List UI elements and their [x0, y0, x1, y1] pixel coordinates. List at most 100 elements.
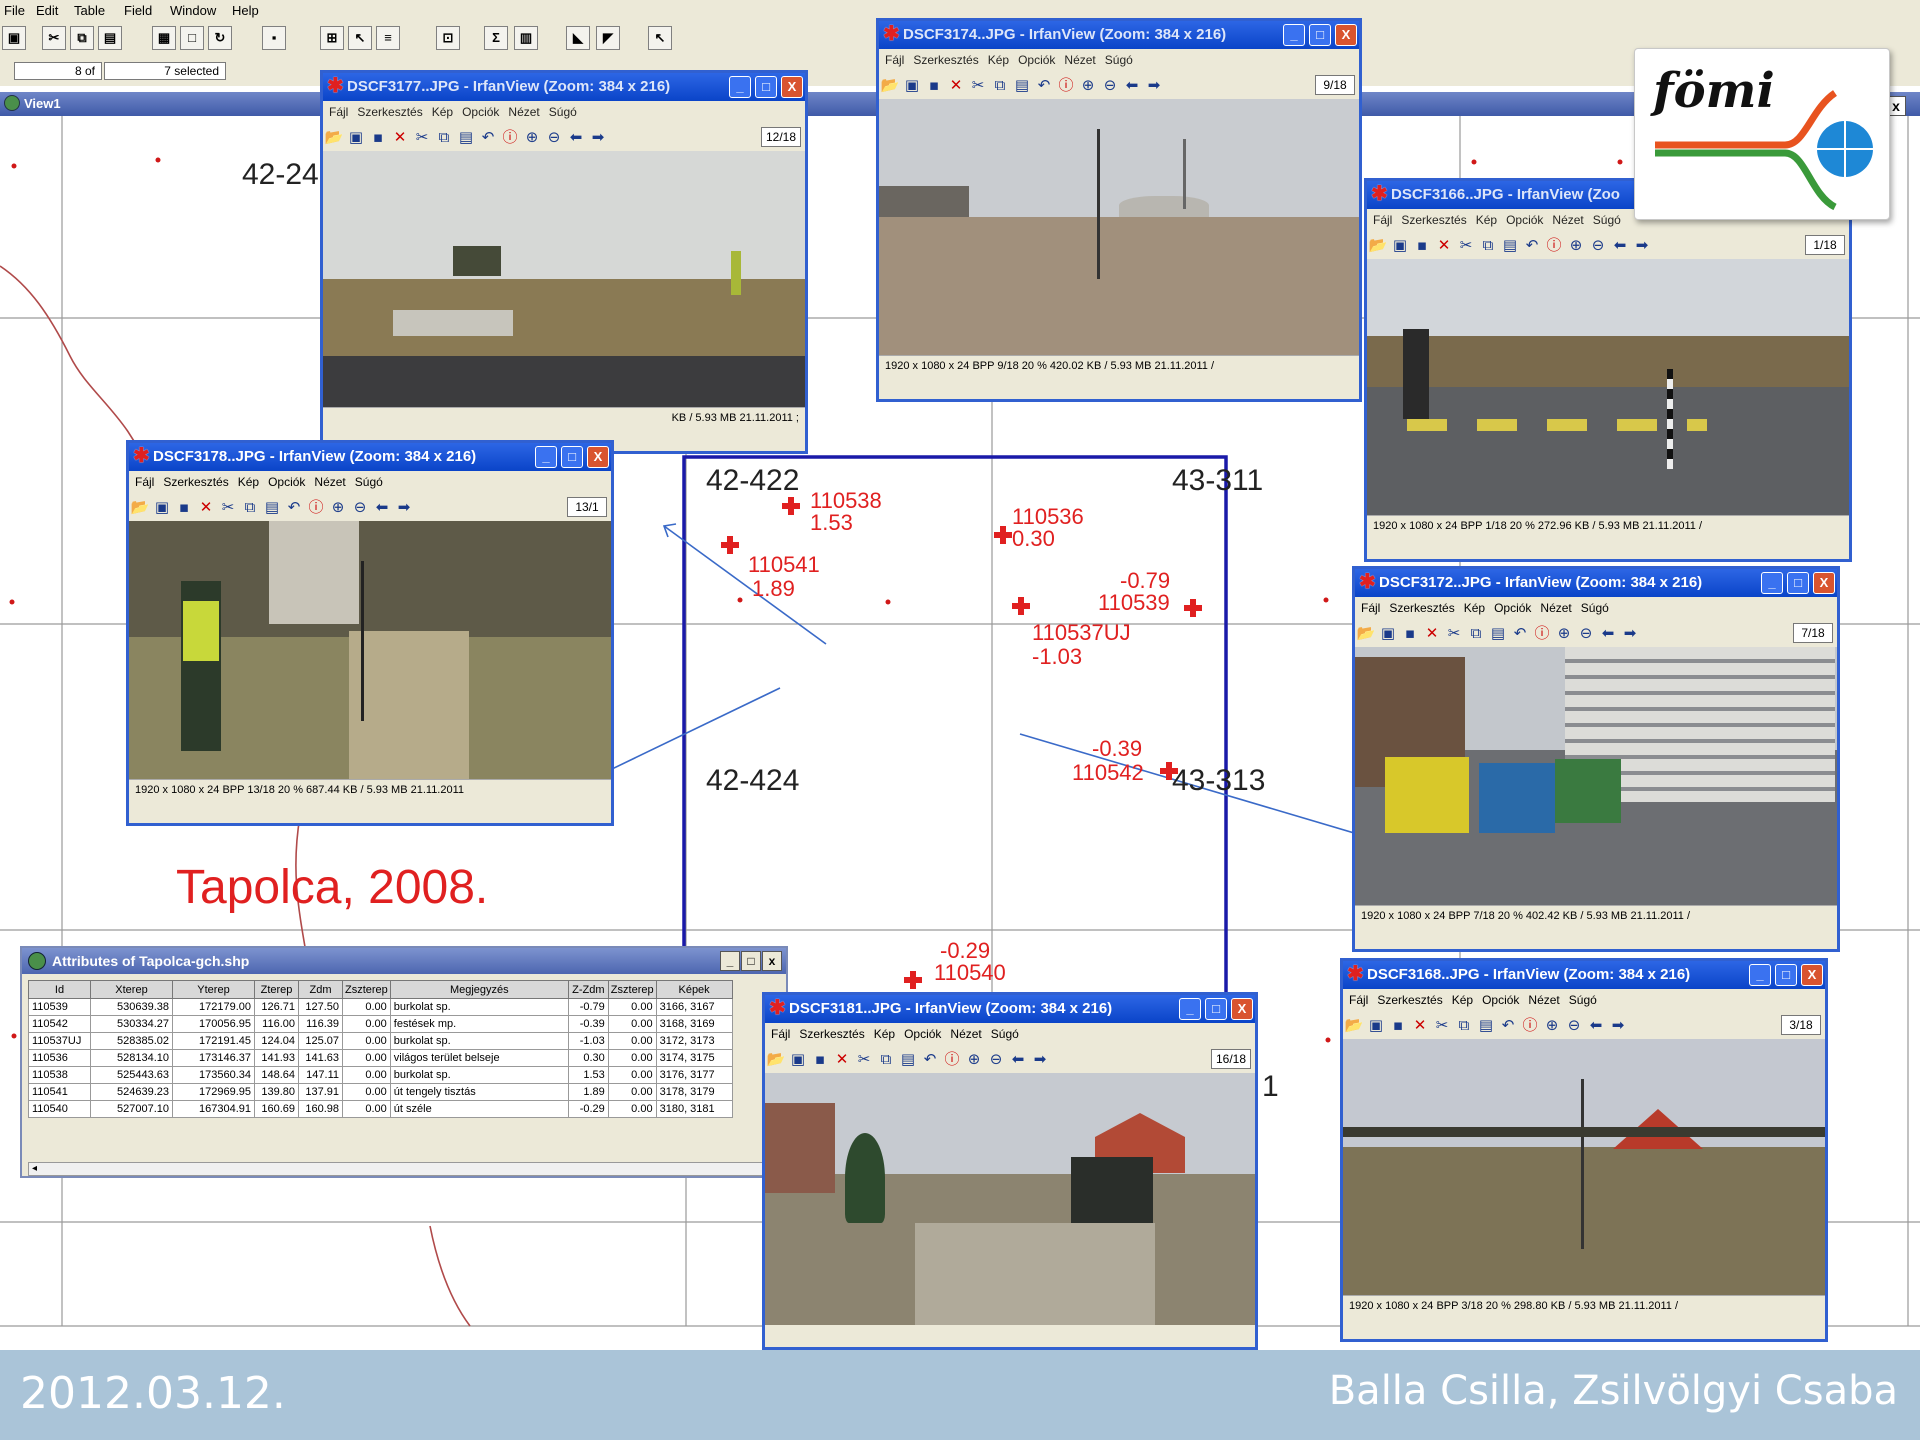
next-icon[interactable]: ➡ — [1029, 1050, 1051, 1068]
previous-icon[interactable]: ⬅ — [371, 498, 393, 516]
open-icon[interactable]: 📂 — [129, 498, 151, 516]
info-icon[interactable]: ⓘ — [499, 126, 521, 147]
next-icon[interactable]: ➡ — [1607, 1016, 1629, 1034]
previous-icon[interactable]: ⬅ — [1609, 236, 1631, 254]
menu-file[interactable]: Fájl — [135, 475, 154, 489]
delete-icon[interactable]: ✕ — [1409, 1016, 1431, 1034]
maximize-button[interactable]: □ — [561, 446, 583, 468]
menu-image[interactable]: Kép — [238, 475, 259, 489]
slideshow-icon[interactable]: ▣ — [1365, 1016, 1387, 1034]
menu-image[interactable]: Kép — [874, 1027, 895, 1041]
sort-descending-icon[interactable]: ◤ — [596, 26, 620, 50]
maximize-button[interactable]: □ — [741, 951, 761, 971]
delete-icon[interactable]: ✕ — [195, 498, 217, 516]
irfanview-window[interactable]: ✱ DSCF3166..JPG - IrfanView (Zoo Fájl Sze… — [1364, 178, 1852, 562]
menu-view[interactable]: Nézet — [950, 1027, 981, 1041]
delete-icon[interactable]: ✕ — [389, 128, 411, 146]
open-icon[interactable]: 📂 — [1343, 1016, 1365, 1034]
menu-file[interactable]: Fájl — [1349, 993, 1368, 1007]
close-button[interactable]: X — [1801, 964, 1823, 986]
column-header[interactable]: Z-Zdm — [567, 980, 609, 999]
zoom-out-icon[interactable]: ⊖ — [1563, 1016, 1585, 1034]
menu-help[interactable]: Súgó — [1593, 213, 1621, 227]
save-icon[interactable]: ▪ — [809, 1050, 831, 1068]
menu-help[interactable]: Súgó — [1581, 601, 1609, 615]
zoom-in-icon[interactable]: ⊕ — [1541, 1016, 1563, 1034]
column-header[interactable]: Zterep — [254, 980, 299, 999]
delete-icon[interactable]: ✕ — [1433, 236, 1455, 254]
paste-icon[interactable]: ▤ — [1011, 76, 1033, 94]
menu-edit[interactable]: Szerkesztés — [1401, 213, 1466, 227]
slideshow-icon[interactable]: ▣ — [1377, 624, 1399, 642]
close-button[interactable]: X — [587, 446, 609, 468]
info-icon[interactable]: ⓘ — [1543, 234, 1565, 255]
open-icon[interactable]: 📂 — [765, 1050, 787, 1068]
menu-options[interactable]: Opciók — [904, 1027, 941, 1041]
table-row[interactable]: 110536 528134.10 173146.37 141.93 141.63 0.00… — [28, 1049, 733, 1067]
maximize-button[interactable]: □ — [1787, 572, 1809, 594]
save-icon[interactable]: ▪ — [173, 498, 195, 516]
cut-icon[interactable]: ✂ — [1455, 236, 1477, 254]
summarize-icon[interactable]: Σ — [484, 26, 508, 50]
irfanview-window[interactable]: ✱ DSCF3178..JPG - IrfanView (Zoom: 384 x… — [126, 440, 614, 826]
titlebar[interactable]: ✱ DSCF3168..JPG - IrfanView (Zoom: 384 x… — [1343, 961, 1825, 989]
menu-field[interactable]: Field — [124, 3, 152, 18]
paste-icon[interactable]: ▤ — [98, 26, 122, 50]
copy-icon[interactable]: ⧉ — [433, 128, 455, 146]
undo-icon[interactable]: ↶ — [477, 128, 499, 146]
info-icon[interactable]: ⓘ — [1519, 1014, 1541, 1035]
undo-icon[interactable]: ↶ — [1521, 236, 1543, 254]
minimize-button[interactable]: _ — [1283, 24, 1305, 46]
cut-icon[interactable]: ✂ — [42, 26, 66, 50]
undo-icon[interactable]: ↶ — [1497, 1016, 1519, 1034]
maximize-button[interactable]: □ — [1309, 24, 1331, 46]
undo-icon[interactable]: ↶ — [919, 1050, 941, 1068]
paste-icon[interactable]: ▤ — [897, 1050, 919, 1068]
zoom-in-icon[interactable]: ⊕ — [963, 1050, 985, 1068]
open-icon[interactable]: 📂 — [1355, 624, 1377, 642]
zoom-in-icon[interactable]: ⊕ — [1553, 624, 1575, 642]
titlebar[interactable]: ✱ DSCF3172..JPG - IrfanView (Zoom: 384 x… — [1355, 569, 1837, 597]
table-row[interactable]: 110541 524639.23 172969.95 139.80 137.91 0.00… — [28, 1083, 733, 1101]
maximize-button[interactable]: □ — [755, 76, 777, 98]
save-icon[interactable]: ▪ — [1399, 624, 1421, 642]
column-header[interactable]: Megjegyzés — [389, 980, 569, 999]
minimize-button[interactable]: _ — [535, 446, 557, 468]
paste-icon[interactable]: ▤ — [1475, 1016, 1497, 1034]
next-icon[interactable]: ➡ — [587, 128, 609, 146]
column-header[interactable]: Zszterep — [607, 980, 657, 999]
menu-options[interactable]: Opciók — [268, 475, 305, 489]
zoom-out-icon[interactable]: ⊖ — [1099, 76, 1121, 94]
previous-icon[interactable]: ⬅ — [1121, 76, 1143, 94]
help-pointer-icon[interactable]: ↖ — [648, 26, 672, 50]
info-icon[interactable]: ⓘ — [1531, 622, 1553, 643]
cut-icon[interactable]: ✂ — [217, 498, 239, 516]
previous-icon[interactable]: ⬅ — [1585, 1016, 1607, 1034]
column-header[interactable]: Zszterep — [342, 980, 391, 999]
titlebar[interactable]: Attributes of Tapolca-gch.shp _ □ x — [22, 948, 786, 974]
save-icon[interactable]: ▪ — [923, 76, 945, 94]
menu-options[interactable]: Opciók — [1018, 53, 1055, 67]
menu-view[interactable]: Nézet — [1064, 53, 1095, 67]
column-header[interactable]: Id — [28, 980, 91, 999]
cut-icon[interactable]: ✂ — [967, 76, 989, 94]
slideshow-icon[interactable]: ▣ — [151, 498, 173, 516]
next-icon[interactable]: ➡ — [1143, 76, 1165, 94]
select-all-icon[interactable]: ▦ — [152, 26, 176, 50]
attribute-table[interactable]: Id Xterep Yterep Zterep Zdm Zszterep Meg… — [28, 980, 733, 1118]
menu-file[interactable]: File — [4, 3, 25, 18]
scroll-left-icon[interactable]: ◂ — [32, 1163, 37, 1174]
table-row[interactable]: 110538 525443.63 173560.34 148.64 147.11 0.00… — [28, 1066, 733, 1084]
close-button[interactable]: X — [1335, 24, 1357, 46]
table-row[interactable]: 110539 530639.38 172179.00 126.71 127.50 0.00… — [28, 998, 733, 1016]
delete-icon[interactable]: ✕ — [831, 1050, 853, 1068]
menu-image[interactable]: Kép — [1464, 601, 1485, 615]
menu-edit[interactable]: Szerkesztés — [1389, 601, 1454, 615]
copy-icon[interactable]: ⧉ — [1477, 236, 1499, 254]
paste-icon[interactable]: ▤ — [1499, 236, 1521, 254]
attribute-table-window[interactable]: Attributes of Tapolca-gch.shp _ □ x Id Xte… — [20, 946, 788, 1178]
save-icon[interactable]: ▪ — [1411, 236, 1433, 254]
info-icon[interactable]: ⓘ — [305, 496, 327, 517]
zoom-in-icon[interactable]: ⊕ — [521, 128, 543, 146]
open-icon[interactable]: 📂 — [1367, 236, 1389, 254]
